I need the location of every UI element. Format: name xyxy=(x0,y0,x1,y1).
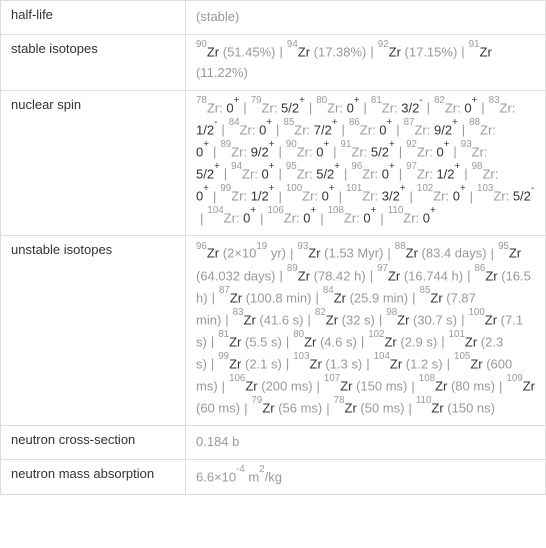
half-life-value: (stable) xyxy=(186,1,546,35)
table-row: unstable isotopes 96Zr (2×1019 yr)|93Zr … xyxy=(1,236,546,426)
neutron-cross-section-label: neutron cross-section xyxy=(1,426,186,460)
unstable-isotopes-label: unstable isotopes xyxy=(1,236,186,426)
table-row: half-life (stable) xyxy=(1,1,546,35)
unstable-isotopes-value: 96Zr (2×1019 yr)|93Zr (1.53 Myr)|88Zr (8… xyxy=(186,236,546,426)
nuclear-spin-value: 78Zr: 0+|79Zr: 5/2+|80Zr: 0+|81Zr: 3/2-|… xyxy=(186,90,546,236)
table-row: neutron mass absorption 6.6×10-4 m2/kg xyxy=(1,460,546,495)
neutron-mass-absorption-value: 6.6×10-4 m2/kg xyxy=(186,460,546,495)
properties-table: half-life (stable) stable isotopes 90Zr … xyxy=(0,0,546,495)
neutron-mass-absorption-label: neutron mass absorption xyxy=(1,460,186,495)
neutron-cross-section-value: 0.184 b xyxy=(186,426,546,460)
nuclear-spin-label: nuclear spin xyxy=(1,90,186,236)
table-row: nuclear spin 78Zr: 0+|79Zr: 5/2+|80Zr: 0… xyxy=(1,90,546,236)
table-row: neutron cross-section 0.184 b xyxy=(1,426,546,460)
half-life-label: half-life xyxy=(1,1,186,35)
table-row: stable isotopes 90Zr (51.45%)|94Zr (17.3… xyxy=(1,34,546,90)
stable-isotopes-value: 90Zr (51.45%)|94Zr (17.38%)|92Zr (17.15%… xyxy=(186,34,546,90)
stable-isotopes-label: stable isotopes xyxy=(1,34,186,90)
